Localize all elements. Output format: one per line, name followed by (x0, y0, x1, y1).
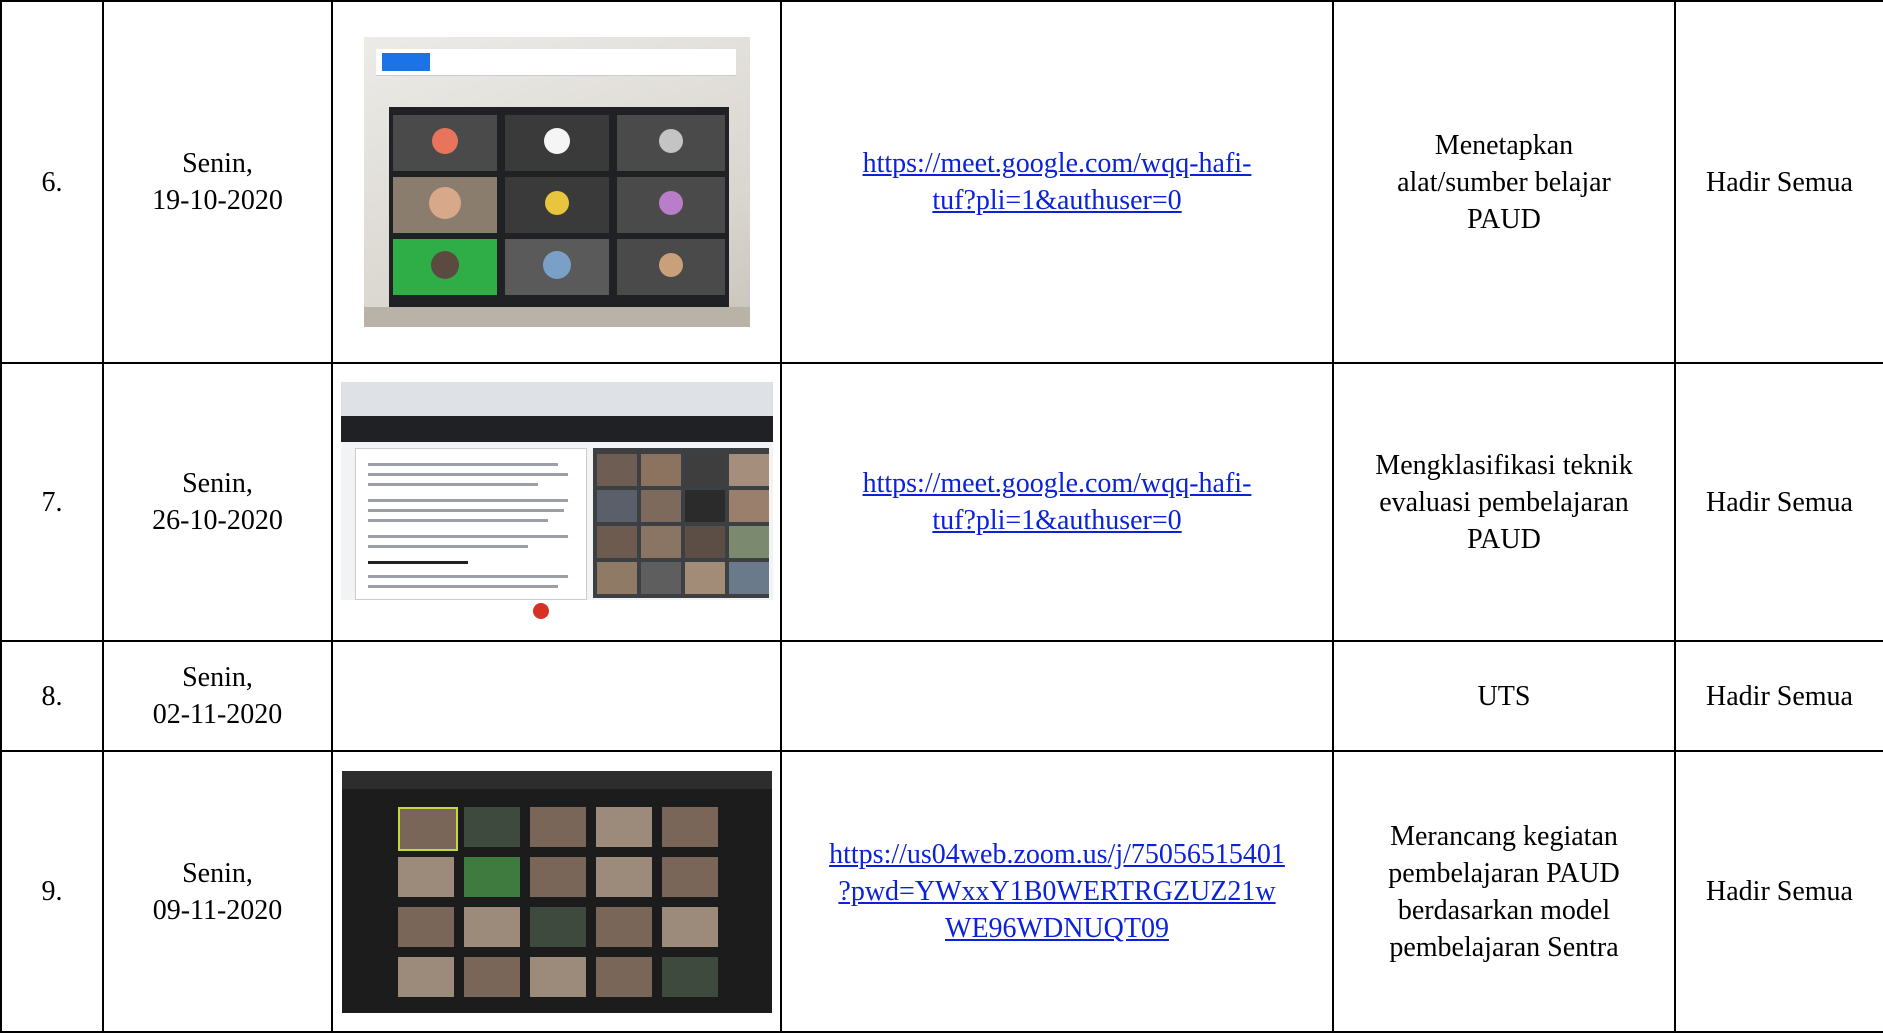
material-cell: Merancang kegiatan pembelajaran PAUD berda… (1332, 750, 1676, 1033)
material-line: Merancang kegiatan (1390, 820, 1618, 852)
table-row: 9. Senin, 09-11-2020 https://us04web.zoom… (0, 750, 1883, 1033)
meeting-link-line-2: ?pwd=YWxxY1B0WERTRGZUZ21w (838, 876, 1276, 907)
attendance-cell: Hadir Semua (1674, 362, 1883, 642)
table-row: 6. Senin, 19-10-2020 https://meet.google… (0, 0, 1883, 364)
screenshot-cell (331, 750, 782, 1033)
day-label: Senin, (182, 662, 253, 693)
meeting-link-line-1: https://meet.google.com/wqq-hafi- (862, 148, 1252, 179)
screenshot-cell (331, 362, 782, 642)
material-line: evaluasi pembelajaran (1379, 486, 1629, 518)
material-line: berdasarkan model (1397, 894, 1611, 926)
material-line: Mengklasifikasi teknik (1375, 449, 1633, 481)
attendance-cell: Hadir Semua (1674, 640, 1883, 752)
material-cell: UTS (1332, 640, 1676, 752)
attendance-table: 6. Senin, 19-10-2020 https://meet.google… (0, 0, 1883, 1033)
material-cell: Mengklasifikasi teknik evaluasi pembelaja… (1332, 362, 1676, 642)
meeting-link-line-1: https://us04web.zoom.us/j/75056515401 (829, 839, 1285, 870)
meeting-link[interactable]: https://us04web.zoom.us/j/75056515401 ?pw… (829, 839, 1285, 944)
row-number: 6. (0, 0, 104, 364)
material-line: Menetapkan (1434, 129, 1574, 161)
meeting-link[interactable]: https://meet.google.com/wqq-hafi-tuf?pli… (863, 148, 1252, 216)
link-cell (780, 640, 1334, 752)
date-label: 02-11-2020 (152, 699, 283, 730)
day-label: Senin, (182, 468, 253, 499)
material-line: pembelajaran PAUD (1388, 857, 1620, 889)
material-line: pembelajaran Sentra (1389, 931, 1619, 963)
meeting-link-line-1: https://meet.google.com/wqq-hafi- (862, 468, 1252, 499)
attendance-cell: Hadir Semua (1674, 0, 1883, 364)
link-cell: https://us04web.zoom.us/j/75056515401 ?pw… (780, 750, 1334, 1033)
date-label: 19-10-2020 (152, 185, 283, 216)
day-label: Senin, (182, 857, 253, 889)
table-row: 7. Senin, 26-10-2020 https://meet.google… (0, 362, 1883, 642)
material-line: UTS (1477, 680, 1531, 712)
meeting-photo-laptop-icon (363, 37, 750, 327)
date-cell: Senin, 19-10-2020 (102, 0, 333, 364)
meeting-link-line-3: WE96WDNUQT09 (945, 913, 1169, 944)
attendance-cell: Hadir Semua (1674, 750, 1883, 1033)
material-line: PAUD (1467, 203, 1541, 235)
row-number: 9. (0, 750, 104, 1033)
material-line: PAUD (1467, 523, 1541, 555)
date-label: 26-10-2020 (152, 505, 283, 536)
day-label: Senin, (182, 148, 253, 179)
date-label: 09-11-2020 (152, 894, 283, 926)
date-cell: Senin, 02-11-2020 (102, 640, 333, 752)
date-cell: Senin, 09-11-2020 (102, 750, 333, 1033)
zoom-gallery-screenshot-icon (341, 770, 772, 1013)
screenshot-cell (331, 0, 782, 364)
row-number: 7. (0, 362, 104, 642)
link-cell: https://meet.google.com/wqq-hafi-tuf?pli… (780, 0, 1334, 364)
table-row: 8. Senin, 02-11-2020 UTS Hadir Semua (0, 640, 1883, 752)
material-line: alat/sumber belajar (1397, 166, 1611, 198)
meeting-link-line-2: tuf?pli=1&authuser=0 (932, 505, 1182, 536)
meeting-link-line-2: tuf?pli=1&authuser=0 (932, 185, 1182, 216)
screenshot-cell (331, 640, 782, 752)
date-cell: Senin, 26-10-2020 (102, 362, 333, 642)
material-cell: Menetapkan alat/sumber belajar PAUD (1332, 0, 1676, 364)
row-number: 8. (0, 640, 104, 752)
meet-presentation-screenshot-icon (340, 382, 773, 622)
link-cell: https://meet.google.com/wqq-hafi-tuf?pli… (780, 362, 1334, 642)
meeting-link[interactable]: https://meet.google.com/wqq-hafi-tuf?pli… (863, 468, 1252, 536)
